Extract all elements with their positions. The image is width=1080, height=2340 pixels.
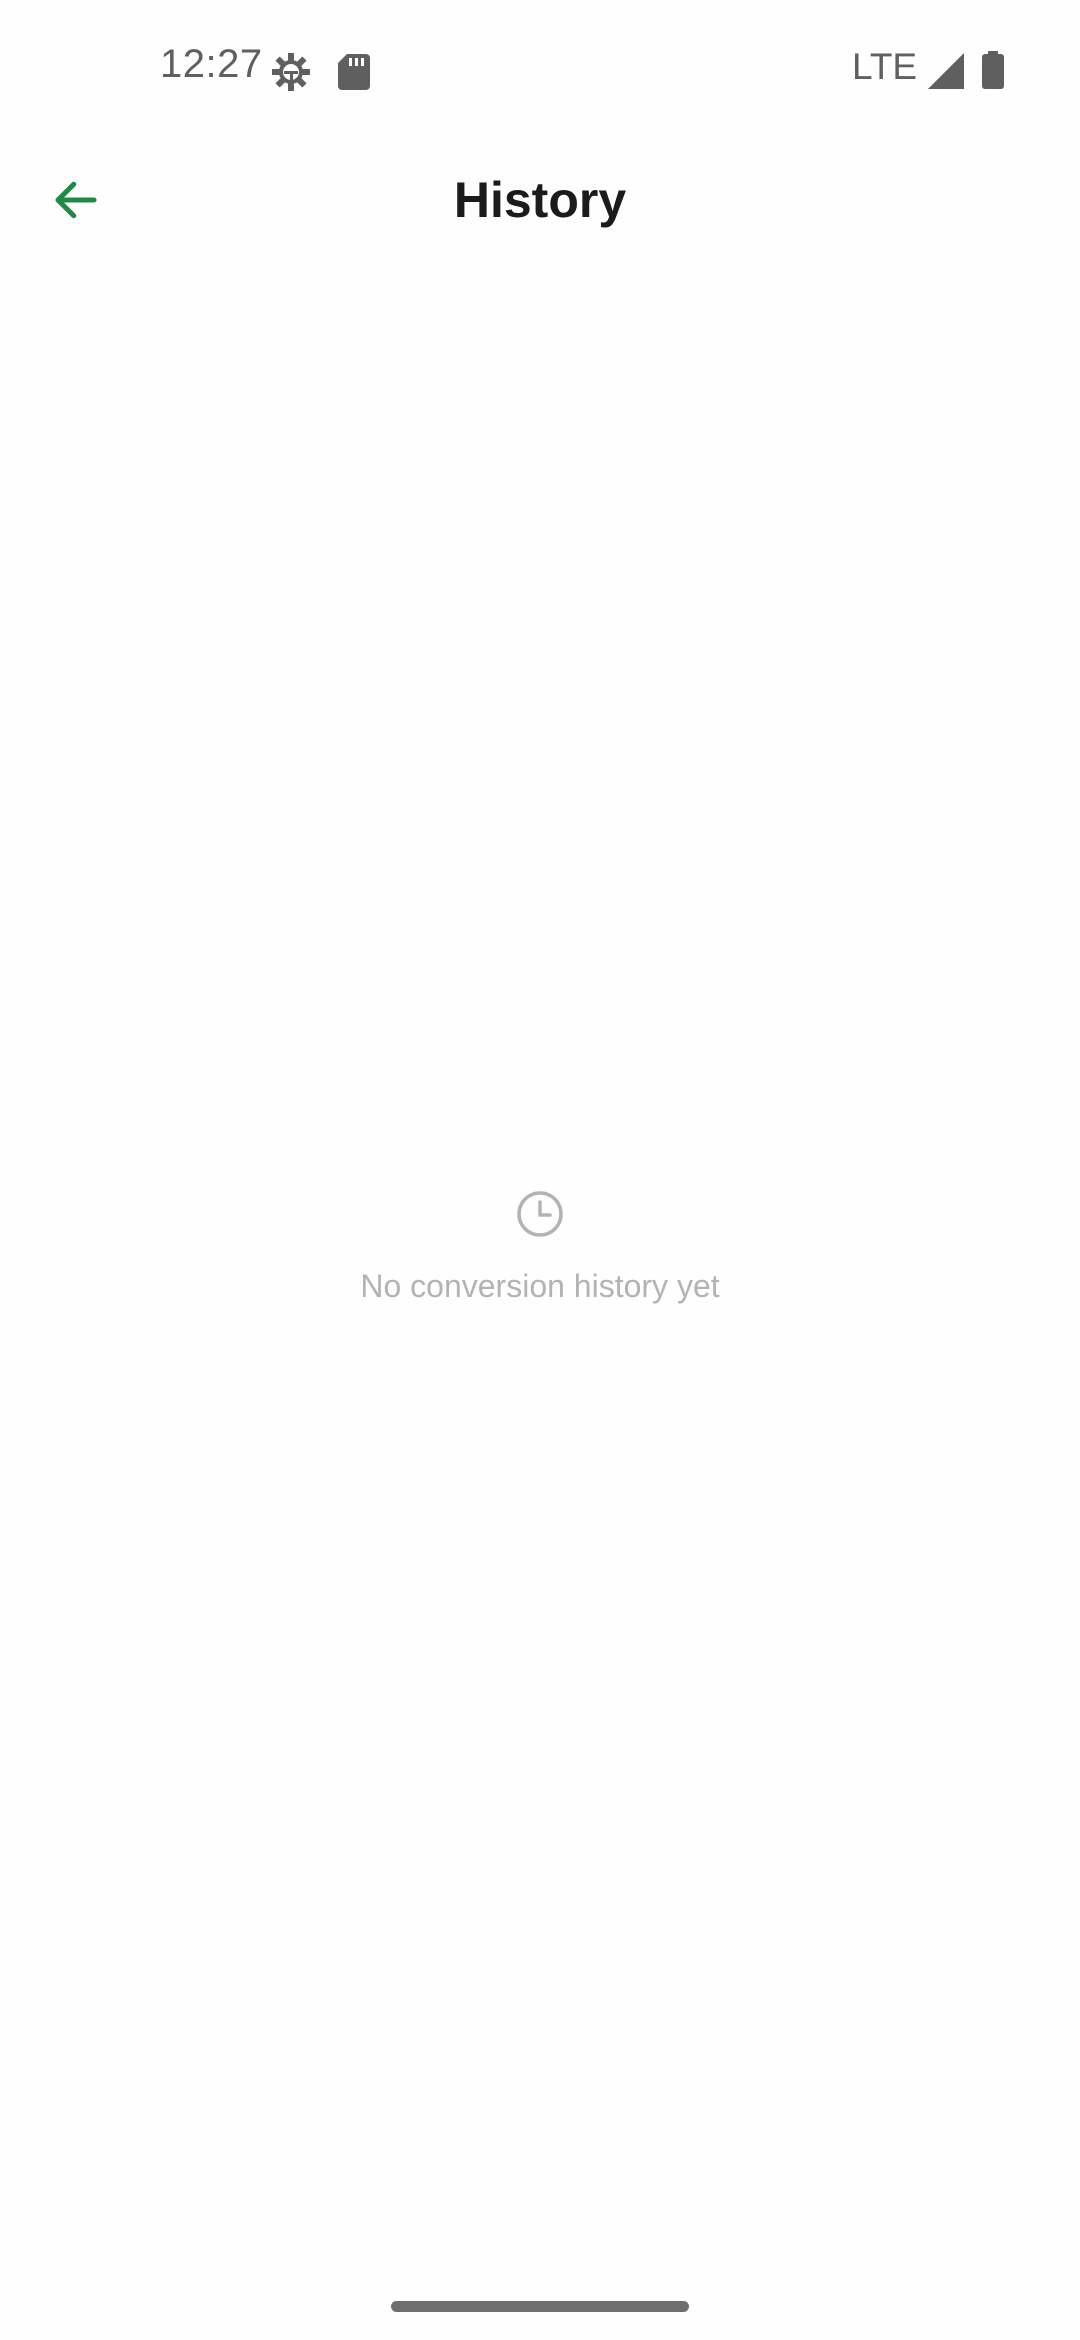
top-app-bar: History — [0, 140, 1080, 260]
battery-icon — [982, 51, 1004, 89]
status-time: 12:27 — [160, 42, 263, 86]
history-screen: 12:27 LTE History No conversion history … — [0, 0, 1080, 2340]
status-bar: 12:27 LTE — [0, 0, 1080, 140]
empty-state: No conversion history yet — [0, 1190, 1080, 1305]
network-type-label: LTE — [852, 46, 918, 87]
sd-card-icon — [338, 54, 370, 90]
gear-icon — [272, 53, 310, 91]
clock-icon — [517, 1191, 563, 1237]
back-button[interactable] — [28, 162, 124, 238]
gesture-navigation-bar[interactable] — [391, 2301, 689, 2312]
arrow-left-icon — [55, 181, 97, 219]
page-title: History — [453, 172, 627, 228]
signal-icon — [928, 53, 964, 89]
empty-state-message: No conversion history yet — [360, 1268, 720, 1304]
